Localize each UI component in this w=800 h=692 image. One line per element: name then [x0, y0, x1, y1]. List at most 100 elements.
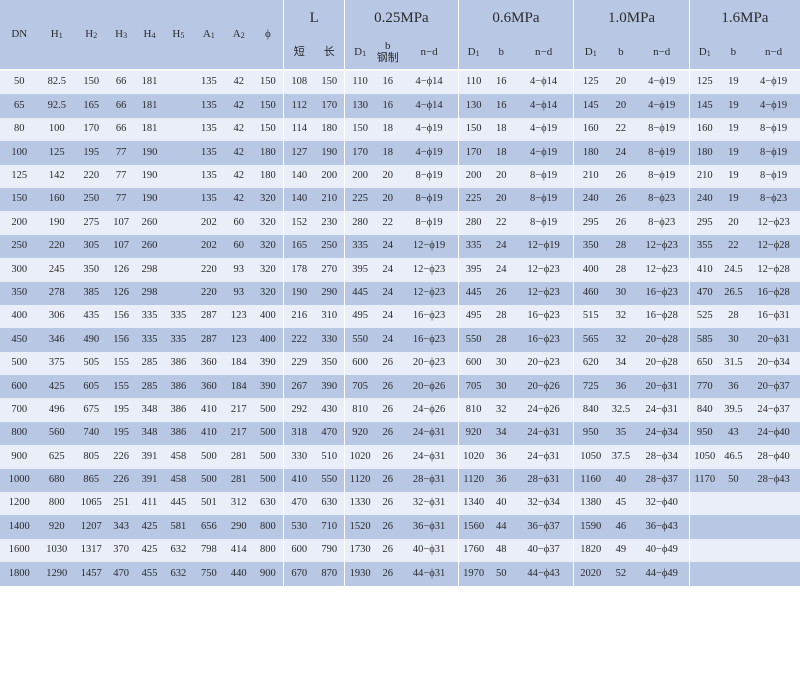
table-cell: 287	[192, 304, 226, 329]
table-cell: 22	[607, 117, 635, 142]
table-cell: 150	[457, 117, 489, 142]
table-cell: 1930	[344, 562, 376, 586]
table-cell: 125	[688, 70, 720, 95]
table-cell: 44−ϕ31	[400, 562, 459, 586]
table-cell: 318	[283, 421, 315, 446]
table-cell: 8−ϕ19	[513, 164, 574, 188]
table-cell: 216	[283, 304, 315, 329]
table-row: 300 245 350 126 298 220 93 320 178 270 395 24 12−ϕ23…	[0, 258, 800, 282]
table-cell: 225	[457, 187, 489, 212]
table-cell: 348	[134, 421, 165, 446]
table-cell: 4−ϕ14	[400, 94, 459, 118]
table-cell: 170	[344, 141, 376, 165]
table-cell: 260	[134, 234, 165, 259]
table-cell	[164, 281, 193, 305]
table-cell: 410	[283, 468, 315, 493]
table-cell: 280	[344, 211, 376, 235]
header-nd: n−d	[747, 36, 800, 70]
table-cell: 18	[488, 117, 514, 142]
table-cell: 390	[252, 375, 284, 399]
table-cell: 810	[344, 398, 376, 422]
table-cell: 26	[375, 351, 401, 376]
table-cell: 40−ϕ49	[634, 538, 690, 563]
table-cell: 40	[607, 468, 635, 493]
table-cell: 705	[457, 375, 489, 399]
table-cell: 123	[225, 328, 253, 352]
table-cell: 870	[314, 562, 345, 586]
table-cell: 24	[488, 258, 514, 282]
table-cell: 390	[314, 375, 345, 399]
table-cell: 19	[719, 187, 748, 212]
table-cell: 202	[192, 234, 226, 259]
table-cell: 26	[488, 281, 514, 305]
table-cell: 150	[252, 117, 284, 142]
table-cell	[164, 117, 193, 142]
table-cell: 500	[252, 421, 284, 446]
table-row: 600 425 605 155 285 386 360 184 390 267 390 705 26 20…	[0, 375, 800, 399]
table-cell: 16	[488, 70, 514, 95]
table-cell: 24	[375, 234, 401, 259]
table-row: 80 100 170 66 181 135 42 150 114 180 150 18 4−ϕ19 150…	[0, 117, 800, 142]
table-cell: 18	[488, 141, 514, 165]
table-cell: 458	[164, 468, 193, 493]
table-cell: 150	[314, 70, 345, 95]
table-row: 700 496 675 195 348 386 410 217 500 292 430 810 26 24…	[0, 398, 800, 422]
table-row: 900 625 805 226 391 458 500 281 500 330 510 1020 26 2…	[0, 445, 800, 469]
table-cell: 425	[134, 538, 165, 563]
table-cell: 600	[283, 538, 315, 563]
table-cell: 900	[252, 562, 284, 586]
table-cell: 920	[38, 515, 76, 539]
table-cell	[719, 538, 748, 563]
table-cell: 145	[688, 94, 720, 118]
table-row: 500 375 505 155 285 386 360 184 390 229 350 600 26 20…	[0, 351, 800, 376]
table-row: 100 125 195 77 190 135 42 180 127 190 170 18 4−ϕ19 17…	[0, 141, 800, 165]
table-cell: 600	[457, 351, 489, 376]
table-cell: 12−ϕ23	[747, 211, 800, 235]
table-cell: 600	[344, 351, 376, 376]
table-cell: 386	[164, 375, 193, 399]
table-cell: 19	[719, 141, 748, 165]
table-cell: 360	[192, 351, 226, 376]
table-cell: 126	[107, 258, 135, 282]
table-cell: 290	[225, 515, 253, 539]
table-cell: 156	[107, 328, 135, 352]
table-cell: 18	[375, 117, 401, 142]
table-cell: 710	[314, 515, 345, 539]
table-cell: 581	[164, 515, 193, 539]
table-cell: 19	[719, 164, 748, 188]
table-cell: 200	[0, 211, 39, 235]
table-cell: 190	[38, 211, 76, 235]
table-cell: 1030	[38, 538, 76, 563]
table-cell: 20−ϕ28	[634, 351, 690, 376]
table-cell: 280	[457, 211, 489, 235]
table-cell: 605	[75, 375, 108, 399]
table-cell: 32−ϕ34	[513, 492, 574, 516]
table-cell: 700	[0, 398, 39, 422]
table-cell: 410	[688, 258, 720, 282]
table-cell: 320	[252, 211, 284, 235]
table-cell: 343	[107, 515, 135, 539]
table-cell: 93	[225, 281, 253, 305]
table-cell: 4−ϕ19	[747, 70, 800, 95]
table-cell: 298	[134, 281, 165, 305]
table-cell: 24−ϕ26	[513, 398, 574, 422]
table-row: 1000 680 865 226 391 458 500 281 500 410 550 1120 26…	[0, 468, 800, 493]
table-cell: 500	[252, 398, 284, 422]
table-cell: 287	[192, 328, 226, 352]
table-cell: 112	[283, 94, 315, 118]
table-cell: 251	[107, 492, 135, 516]
table-row: 800 560 740 195 348 386 410 217 500 318 470 920 26 24…	[0, 421, 800, 446]
table-cell: 16−ϕ31	[747, 304, 800, 329]
flange-dimension-table: DN H1 H2 H3 H4 H5 A1 A2 ϕ L 0.25MPa 0.6M…	[0, 0, 800, 586]
table-cell: 500	[252, 445, 284, 469]
header-d1: D1	[688, 36, 720, 70]
table-cell: 12−ϕ19	[513, 234, 574, 259]
table-cell: 26	[607, 211, 635, 235]
table-cell: 107	[107, 234, 135, 259]
table-cell: 22	[488, 211, 514, 235]
table-cell: 80	[0, 117, 39, 142]
table-cell: 510	[314, 445, 345, 469]
table-cell: 4−ϕ14	[513, 94, 574, 118]
table-cell: 40	[488, 492, 514, 516]
table-cell: 565	[573, 328, 608, 352]
